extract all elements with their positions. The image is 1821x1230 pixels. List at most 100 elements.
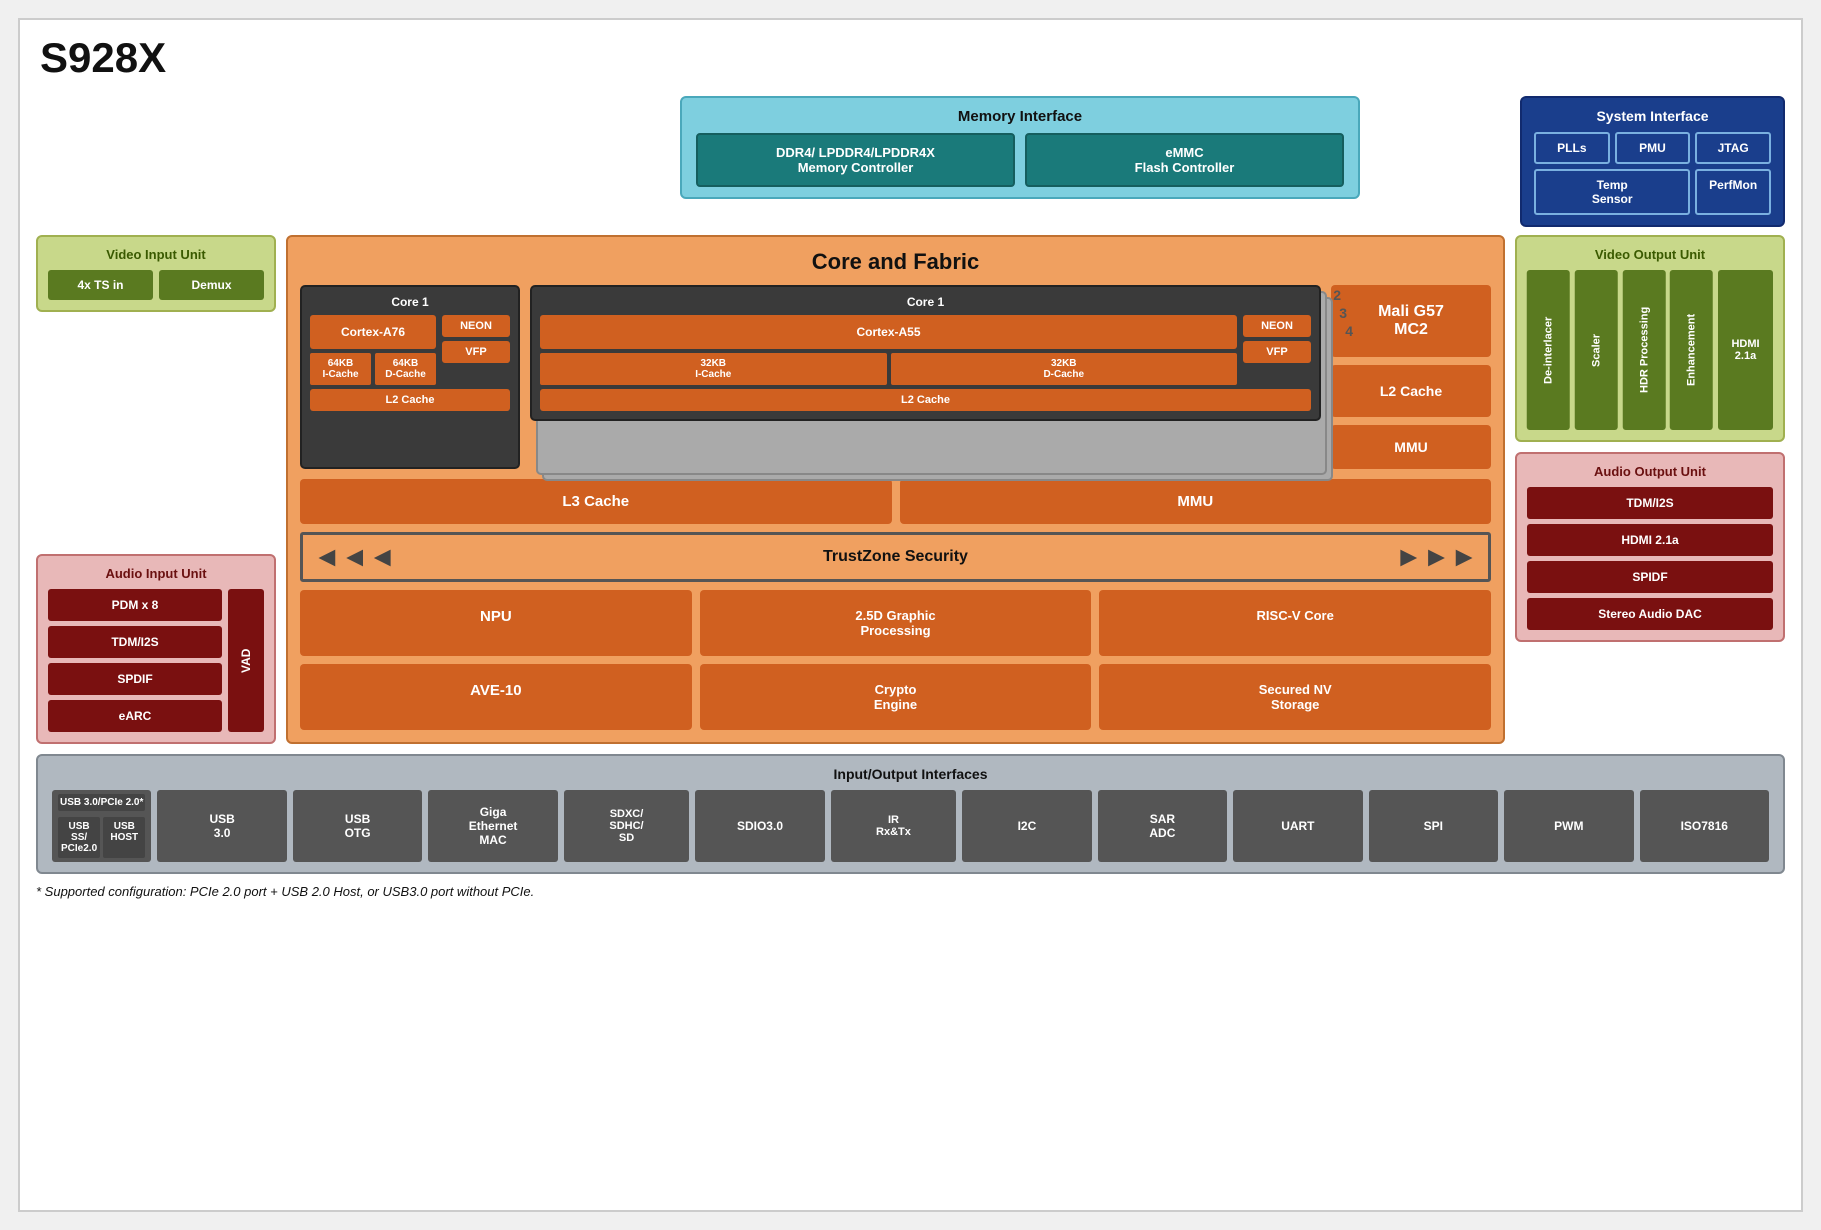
cortex-a55-block: Cortex-A55 (540, 315, 1237, 349)
demux-block: Demux (159, 270, 264, 300)
middle-row: Video Input Unit 4x TS in Demux Audio In… (36, 235, 1785, 744)
video-input-inner: 4x TS in Demux (48, 270, 264, 300)
core1-a55-box: Core 1 Cortex-A55 32KB I-Cache 32KB D-Ca… (530, 285, 1321, 421)
video-input-title: Video Input Unit (48, 247, 264, 262)
a55-l2: L2 Cache (540, 389, 1311, 411)
cortex-a76-block: Cortex-A76 (310, 315, 436, 349)
core-fabric-title: Core and Fabric (300, 249, 1491, 275)
a55-cache-row: 32KB I-Cache 32KB D-Cache (540, 353, 1237, 385)
ddr-block: DDR4/ LPDDR4/LPDDR4X Memory Controller (696, 133, 1015, 187)
earc-block: eARC (48, 700, 222, 732)
a76-vfp: VFP (442, 341, 510, 363)
mali-mmu: MMU (1331, 425, 1491, 469)
a55-neon: NEON (1243, 315, 1311, 337)
ao-stereo-block: Stereo Audio DAC (1527, 598, 1773, 630)
sdio-block: SDIO3.0 (695, 790, 824, 862)
graphic-block: 2.5D Graphic Processing (700, 590, 1092, 656)
a76-neon: NEON (442, 315, 510, 337)
core1-a76-label: Core 1 (310, 295, 510, 309)
audio-input-box: Audio Input Unit PDM x 8 TDM/I2S SPDIF e… (36, 554, 276, 744)
l3-block: L3 Cache (300, 479, 892, 524)
core1-a76-box: Core 1 Cortex-A76 64KB I-Cache 64KB D-Ca… (300, 285, 520, 469)
iso7816-block: ISO7816 (1640, 790, 1769, 862)
video-output-box: Video Output Unit De-interlacer Scaler H… (1515, 235, 1785, 442)
trustzone-arrow-left: ◄◄◄ (313, 541, 396, 573)
audio-output-box: Audio Output Unit TDM/I2S HDMI 2.1a SPID… (1515, 452, 1785, 642)
core1-a76-right: NEON VFP (442, 315, 510, 385)
plls-block: PLLs (1534, 132, 1610, 164)
sar-adc-block: SAR ADC (1098, 790, 1227, 862)
mali-l2-cache: L2 Cache (1331, 365, 1491, 417)
io-box: Input/Output Interfaces USB 3.0/PCIe 2.0… (36, 754, 1785, 874)
hdr-block: HDR Processing (1623, 270, 1666, 430)
trustzone-text: TrustZone Security (396, 548, 1395, 566)
core1-a55-label: Core 1 (540, 295, 1311, 309)
cores-row: Core 1 Cortex-A76 64KB I-Cache 64KB D-Ca… (300, 285, 1491, 469)
usb-ss-block: USB SS/ PCIe2.0 (58, 817, 100, 858)
top-row: Memory Interface DDR4/ LPDDR4/LPDDR4X Me… (36, 96, 1785, 227)
mmu-main-block: MMU (900, 479, 1492, 524)
stacked-cores: Core 1 Cortex-A55 32KB I-Cache 32KB D-Ca… (530, 285, 1321, 469)
video-output-title: Video Output Unit (1527, 247, 1773, 262)
trustzone-container: ◄◄◄ TrustZone Security ►►► (300, 532, 1491, 582)
uart-block: UART (1233, 790, 1362, 862)
i2c-block: I2C (962, 790, 1091, 862)
core-fabric-box: Core and Fabric Core 1 Cortex-A76 64KB I… (286, 235, 1505, 744)
main-container: S928X Memory Interface DDR4/ LPDDR4/LPDD… (18, 18, 1803, 1212)
audio-input-inner: PDM x 8 TDM/I2S SPDIF eARC VAD (48, 589, 264, 732)
mali-col: Mali G57 MC2 L2 Cache MMU (1331, 285, 1491, 469)
pdm-block: PDM x 8 (48, 589, 222, 621)
bottom-blocks-row-2: AVE-10 Crypto Engine Secured NV Storage (300, 664, 1491, 730)
audio-blocks-col: PDM x 8 TDM/I2S SPDIF eARC (48, 589, 222, 732)
video-output-inner: De-interlacer Scaler HDR Processing Enha… (1527, 270, 1773, 430)
io-inner: USB 3.0/PCIe 2.0* USB SS/ PCIe2.0 USB HO… (52, 790, 1769, 862)
temp-sensor-block: Temp Sensor (1534, 169, 1690, 215)
de-interlacer-block: De-interlacer (1527, 270, 1570, 430)
sys-grid: PLLs PMU JTAG Temp Sensor PerfMon (1534, 132, 1771, 215)
core1-a55-right: NEON VFP (1243, 315, 1311, 385)
enhancement-block: Enhancement (1670, 270, 1713, 430)
pwm-block: PWM (1504, 790, 1633, 862)
trustzone-arrow-right: ►►► (1395, 541, 1478, 573)
giga-block: Giga Ethernet MAC (428, 790, 557, 862)
vad-block: VAD (228, 589, 264, 732)
pmu-block: PMU (1615, 132, 1691, 164)
spi-block: SPI (1369, 790, 1498, 862)
core1-a55-inner-top: Cortex-A55 32KB I-Cache 32KB D-Cache NEO… (540, 315, 1311, 385)
usb-pcie-top: USB 3.0/PCIe 2.0* (58, 794, 145, 811)
tdm-block: TDM/I2S (48, 626, 222, 658)
core-num-4: 4 (1345, 323, 1353, 339)
core-num-2: 2 (1333, 287, 1341, 303)
usb30-block: USB 3.0 (157, 790, 286, 862)
riscv-block: RISC-V Core (1099, 590, 1491, 656)
right-column: Video Output Unit De-interlacer Scaler H… (1515, 235, 1785, 744)
ao-spidf-block: SPIDF (1527, 561, 1773, 593)
ts-in-block: 4x TS in (48, 270, 153, 300)
sdxc-block: SDXC/ SDHC/ SD (564, 790, 689, 862)
memory-interface-inner: DDR4/ LPDDR4/LPDDR4X Memory Controller e… (696, 133, 1344, 187)
emmc-block: eMMC Flash Controller (1025, 133, 1344, 187)
footnote: * Supported configuration: PCIe 2.0 port… (36, 884, 1785, 899)
audio-output-title: Audio Output Unit (1527, 464, 1773, 479)
mali-block: Mali G57 MC2 (1331, 285, 1491, 357)
usb-pcie-group: USB 3.0/PCIe 2.0* USB SS/ PCIe2.0 USB HO… (52, 790, 151, 862)
io-title: Input/Output Interfaces (52, 766, 1769, 782)
usb-otg-block: USB OTG (293, 790, 422, 862)
ao-tdm-block: TDM/I2S (1527, 487, 1773, 519)
system-interface-title: System Interface (1534, 108, 1771, 124)
jtag-block: JTAG (1695, 132, 1771, 164)
a55-vfp: VFP (1243, 341, 1311, 363)
left-column: Video Input Unit 4x TS in Demux Audio In… (36, 235, 276, 744)
core1-a76-inner-top: Cortex-A76 64KB I-Cache 64KB D-Cache NEO… (310, 315, 510, 385)
video-input-box: Video Input Unit 4x TS in Demux (36, 235, 276, 312)
scaler-block: Scaler (1575, 270, 1618, 430)
secured-block: Secured NV Storage (1099, 664, 1491, 730)
a76-dcache: 64KB D-Cache (375, 353, 436, 385)
a55-dcache: 32KB D-Cache (891, 353, 1238, 385)
ir-block: IR Rx&Tx (831, 790, 956, 862)
a76-l2: L2 Cache (310, 389, 510, 411)
chip-title: S928X (40, 34, 166, 82)
memory-interface-title: Memory Interface (696, 108, 1344, 125)
ave-block: AVE-10 (300, 664, 692, 730)
system-interface-box: System Interface PLLs PMU JTAG Temp Sens… (1520, 96, 1785, 227)
